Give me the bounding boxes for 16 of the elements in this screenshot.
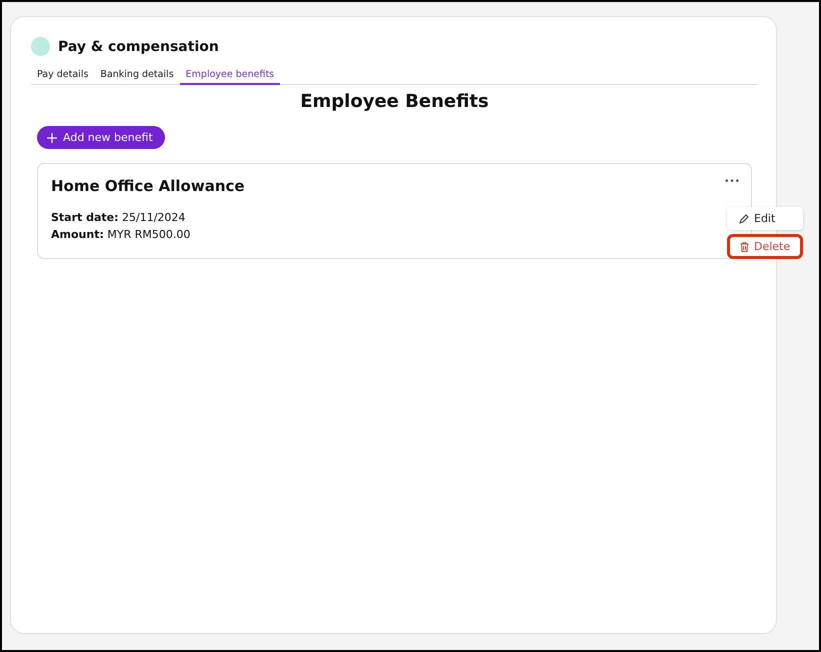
avatar-icon — [31, 37, 50, 56]
more-button[interactable]: ••• — [724, 177, 740, 187]
pencil-icon — [739, 214, 749, 224]
menu-item[interactable]: Edit — [727, 207, 804, 230]
menu-item[interactable]: Delete — [727, 234, 804, 259]
tab[interactable]: Employee benefits — [180, 66, 280, 85]
trash-icon — [740, 242, 749, 252]
section-title: Pay & compensation — [58, 38, 219, 54]
benefit-detail: Start date: 25/11/2024 — [51, 210, 186, 226]
benefit-detail: Amount: MYR RM500.00 — [51, 227, 192, 243]
page-heading: Employee Benefits — [299, 91, 490, 112]
plus-icon — [47, 132, 57, 142]
benefit-title: Home Office Allowance — [51, 177, 245, 195]
add-benefit-button[interactable]: Add new benefit — [37, 126, 165, 149]
tab[interactable]: Pay details — [31, 66, 94, 85]
tab[interactable]: Banking details — [94, 66, 180, 85]
